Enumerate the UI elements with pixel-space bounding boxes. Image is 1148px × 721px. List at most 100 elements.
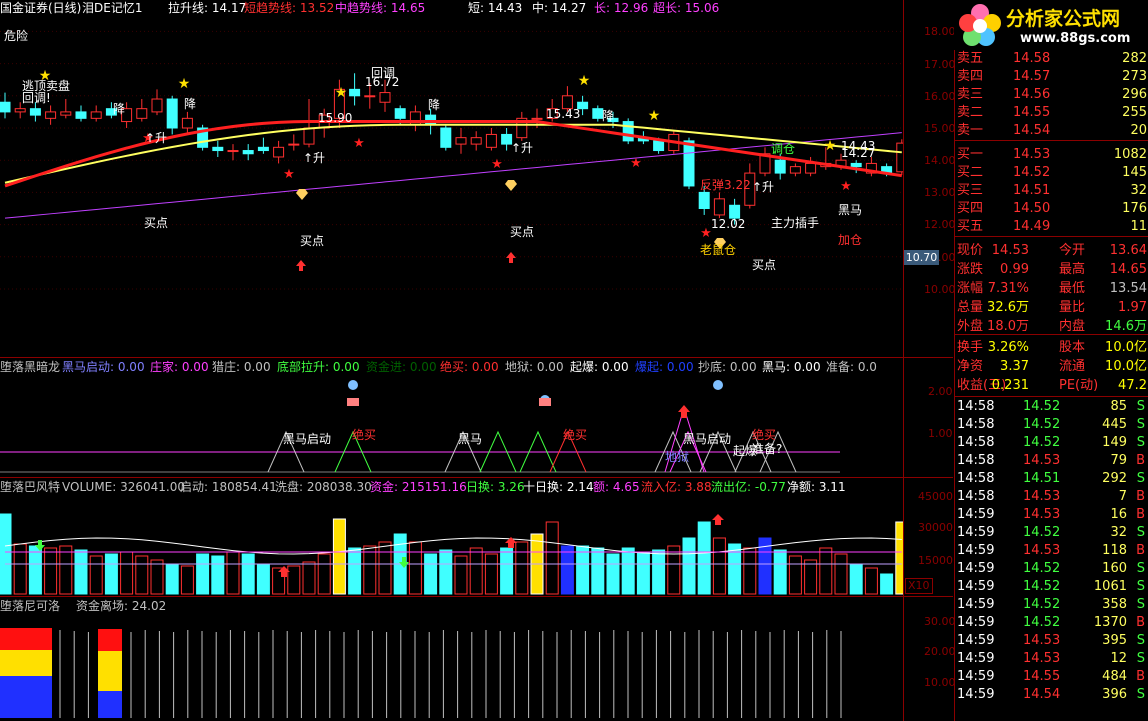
volume-bar (104, 553, 118, 595)
panel2-indicator: 猎庄: 0.00 (212, 360, 271, 374)
quote-cell: 1061 (1093, 579, 1127, 594)
quote-cell: 14:59 (957, 507, 995, 522)
volume-bar (606, 553, 620, 595)
quote-divider (955, 396, 1148, 397)
fund-bar (98, 629, 122, 651)
candle-body (273, 146, 285, 158)
quote-cell: 14:59 (957, 543, 995, 558)
bid-row: 买一 14.53 1082 (955, 146, 1148, 164)
panel-divider (0, 357, 953, 358)
quote-cell: 14:59 (957, 615, 995, 630)
quote-cell: 14.53 (1023, 507, 1061, 522)
chart-annotation: 反弹3.22 (700, 178, 751, 192)
stat-row: 净资 3.37 流通 10.0亿 (955, 358, 1148, 376)
volume-bar (28, 545, 42, 595)
quote-cell: 卖三 (957, 87, 984, 102)
panel3-indicator: 启动: 180854.41 (180, 480, 277, 494)
candle-body (303, 127, 315, 145)
quote-cell: 卖四 (957, 69, 984, 84)
volume-bar (469, 547, 483, 595)
panel3-indicator: 十日换: 2.14 (523, 480, 594, 494)
volume-bar (895, 521, 903, 595)
ask-row: 卖二 14.55 255 (955, 104, 1148, 122)
flower-logo-icon (959, 4, 1001, 46)
volume-bar (636, 551, 650, 595)
volume-bar (439, 549, 453, 595)
chart-annotation: 老鼠仓 (700, 243, 737, 257)
quote-cell: 14.51 (1013, 183, 1051, 198)
quote-divider (955, 236, 1148, 237)
price-tick: 13.00 (924, 186, 956, 199)
chart-annotation: 买点 (752, 258, 777, 272)
candle-body (485, 133, 497, 148)
volume-bar (74, 549, 88, 595)
quote-cell: 396 (1102, 687, 1127, 702)
formula-name[interactable]: 泪DE记忆1 (82, 1, 142, 15)
quote-cell: S (1136, 651, 1145, 666)
candle-body (288, 143, 300, 146)
panel2-indicator: 准备: 0.0 (826, 360, 877, 374)
panel2-indicator: 绝买: 0.00 (440, 360, 499, 374)
candle-body (713, 198, 725, 216)
price-tick: 15.00 (924, 122, 956, 135)
panel4-title: 堕落尼可洛 (0, 599, 61, 613)
chart-annotation: 15.43 (546, 107, 581, 121)
quote-cell: 13.54 (1109, 281, 1147, 296)
tick-row: 14:59 14.52 1061 S (955, 578, 1148, 596)
quote-cell: 255 (1122, 105, 1147, 120)
fund-bar (0, 628, 52, 650)
danger-label: 危险 (4, 29, 29, 43)
candle-body (364, 95, 376, 98)
quote-cell: 176 (1122, 201, 1147, 216)
panel2-mark: 黑马启动 (683, 432, 732, 446)
star-icon: ★ (178, 76, 191, 92)
quote-cell: 买五 (957, 219, 984, 234)
candle-body (455, 137, 467, 145)
quote-cell: 14.57 (1013, 69, 1051, 84)
quote-cell: 14:59 (957, 633, 995, 648)
quote-cell: 现价 (957, 243, 984, 258)
panel2-mark: 绝买 (352, 428, 377, 442)
up-arrow-icon (712, 514, 724, 525)
panel2-indicator: 庄家: 0.00 (150, 360, 209, 374)
quote-cell: 14:59 (957, 597, 995, 612)
volume-bar (332, 518, 346, 595)
chart-annotation: 15.90 (318, 111, 353, 125)
quote-cell: 14:58 (957, 435, 995, 450)
quote-cell: 14.56 (1013, 87, 1051, 102)
quote-cell: S (1136, 435, 1145, 450)
panel3-indicator: 流入亿: 3.88 (641, 480, 712, 494)
volume-bar (788, 555, 802, 595)
quote-cell: S (1136, 417, 1145, 432)
quote-cell: B (1136, 453, 1145, 468)
volume-bar (348, 547, 362, 595)
volume-bar (226, 551, 240, 595)
logo-url: www.88gs.com (1020, 31, 1131, 46)
quote-cell: 118 (1102, 543, 1127, 558)
volume-bar (880, 573, 894, 595)
candle-body (425, 114, 437, 126)
quote-cell: 445 (1102, 417, 1127, 432)
tick-row: 14:58 14.52 85 S (955, 398, 1148, 416)
quote-cell: 282 (1122, 51, 1147, 66)
panel3-indicator: 额: 4.65 (593, 480, 640, 494)
tick-row: 14:59 14.53 12 S (955, 650, 1148, 668)
quote-cell: B (1136, 489, 1145, 504)
tick-row: 14:58 14.52 445 S (955, 416, 1148, 434)
quote-cell: 14.53 (1023, 651, 1061, 666)
candle-body (440, 127, 452, 148)
fund-bar (98, 691, 122, 718)
volume-bar (545, 521, 559, 595)
quote-cell: 14.54 (1013, 123, 1051, 138)
candle-body (622, 121, 634, 142)
candle-body (90, 111, 102, 119)
volume-bar (317, 553, 331, 595)
volume-bar (576, 545, 590, 595)
chart-annotation: 降 (428, 98, 441, 112)
ask-row: 卖一 14.54 20 (955, 122, 1148, 140)
volume-bar (834, 553, 848, 595)
tick-row: 14:59 14.54 396 S (955, 686, 1148, 704)
panel2-indicator: 起爆: 0.00 (570, 360, 629, 374)
quote-cell: 最低 (1059, 281, 1086, 296)
panel2-mark: 地狱 (665, 450, 690, 464)
